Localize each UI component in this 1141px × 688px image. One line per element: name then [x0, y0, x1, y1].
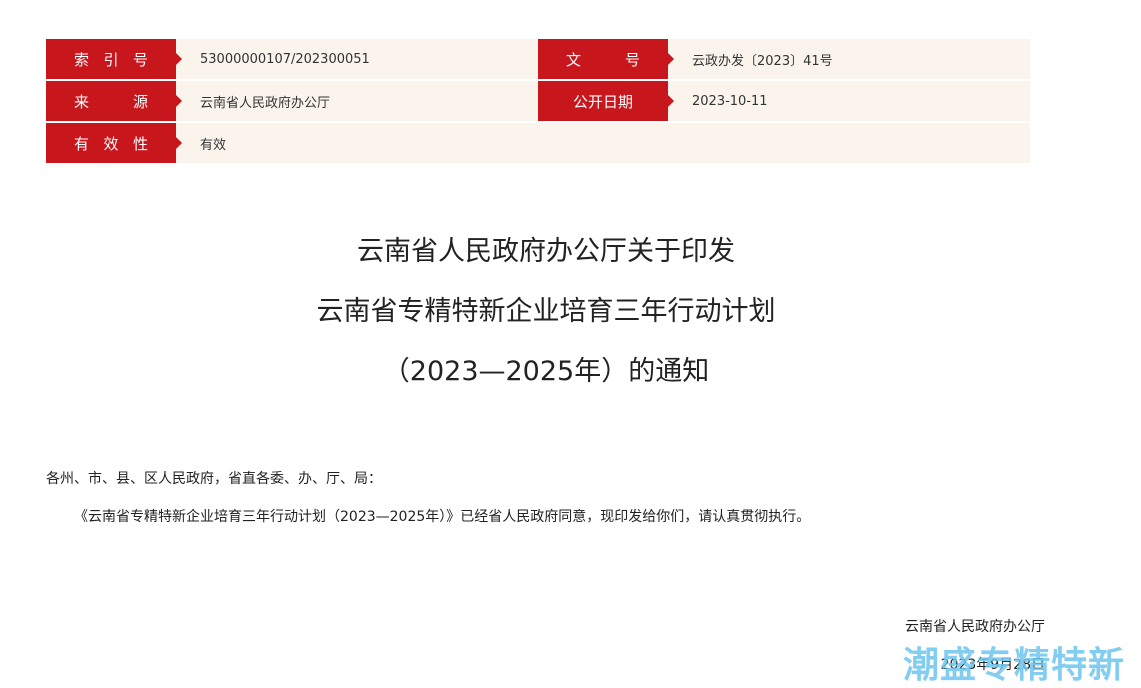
index-number-label: 索引号	[46, 39, 182, 79]
publish-date-label: 公开日期	[538, 81, 674, 121]
label-char: 性	[132, 134, 148, 153]
source-label: 来源	[46, 81, 182, 121]
validity-label: 有效性	[46, 123, 182, 163]
index-number-label-text: 索引号	[74, 49, 148, 70]
label-char: 来	[74, 92, 90, 111]
validity-value: 有效	[176, 123, 1030, 163]
label-char: 文	[566, 50, 582, 69]
label-char: 效	[103, 134, 119, 153]
metadata-cell-document-number: 文号 云政办发〔2023〕41号	[538, 39, 1030, 79]
label-char: 号	[132, 50, 148, 69]
label-char: 索	[74, 50, 90, 69]
title-line-1: 云南省人民政府办公厅关于印发	[357, 236, 735, 267]
watermark-text: 潮盛专精特新	[903, 645, 1126, 686]
title-line-2: 云南省专精特新企业培育三年行动计划	[316, 296, 776, 327]
metadata-cell-validity: 有效性 有效	[46, 123, 1030, 163]
label-char: 号	[624, 50, 640, 69]
publish-date-value: 2023-10-11	[668, 81, 1030, 121]
source-label-text: 来源	[74, 91, 148, 112]
metadata-row: 来源 云南省人民政府办公厅 公开日期 2023-10-11	[46, 81, 1030, 121]
metadata-cell-source: 来源 云南省人民政府办公厅	[46, 81, 538, 121]
document-number-label-text: 文号	[566, 49, 640, 70]
metadata-row: 有效性 有效	[46, 123, 1030, 163]
index-number-value: 53000000107/202300051	[176, 39, 538, 79]
title-line-3: （2023—2025年）的通知	[382, 356, 710, 387]
label-char: 引	[103, 50, 119, 69]
metadata-cell-index-number: 索引号 53000000107/202300051	[46, 39, 538, 79]
signature-organization: 云南省人民政府办公厅	[905, 619, 1045, 635]
document-metadata-table: 索引号 53000000107/202300051 文号 云政办发〔2023〕4…	[46, 39, 1030, 165]
document-title: 云南省人民政府办公厅关于印发 云南省专精特新企业培育三年行动计划 （2023—2…	[0, 222, 1092, 402]
addressee-line: 各州、市、县、区人民政府，省直各委、办、厅、局：	[46, 471, 382, 487]
validity-label-text: 有效性	[74, 133, 148, 154]
document-number-value: 云政办发〔2023〕41号	[668, 39, 1030, 79]
body-paragraph: 《云南省专精特新企业培育三年行动计划（2023—2025年）》已经省人民政府同意…	[74, 509, 811, 525]
source-value: 云南省人民政府办公厅	[176, 81, 538, 121]
metadata-row: 索引号 53000000107/202300051 文号 云政办发〔2023〕4…	[46, 39, 1030, 79]
label-char: 有	[74, 134, 90, 153]
document-number-label: 文号	[538, 39, 674, 79]
label-char: 源	[132, 92, 148, 111]
metadata-cell-publish-date: 公开日期 2023-10-11	[538, 81, 1030, 121]
